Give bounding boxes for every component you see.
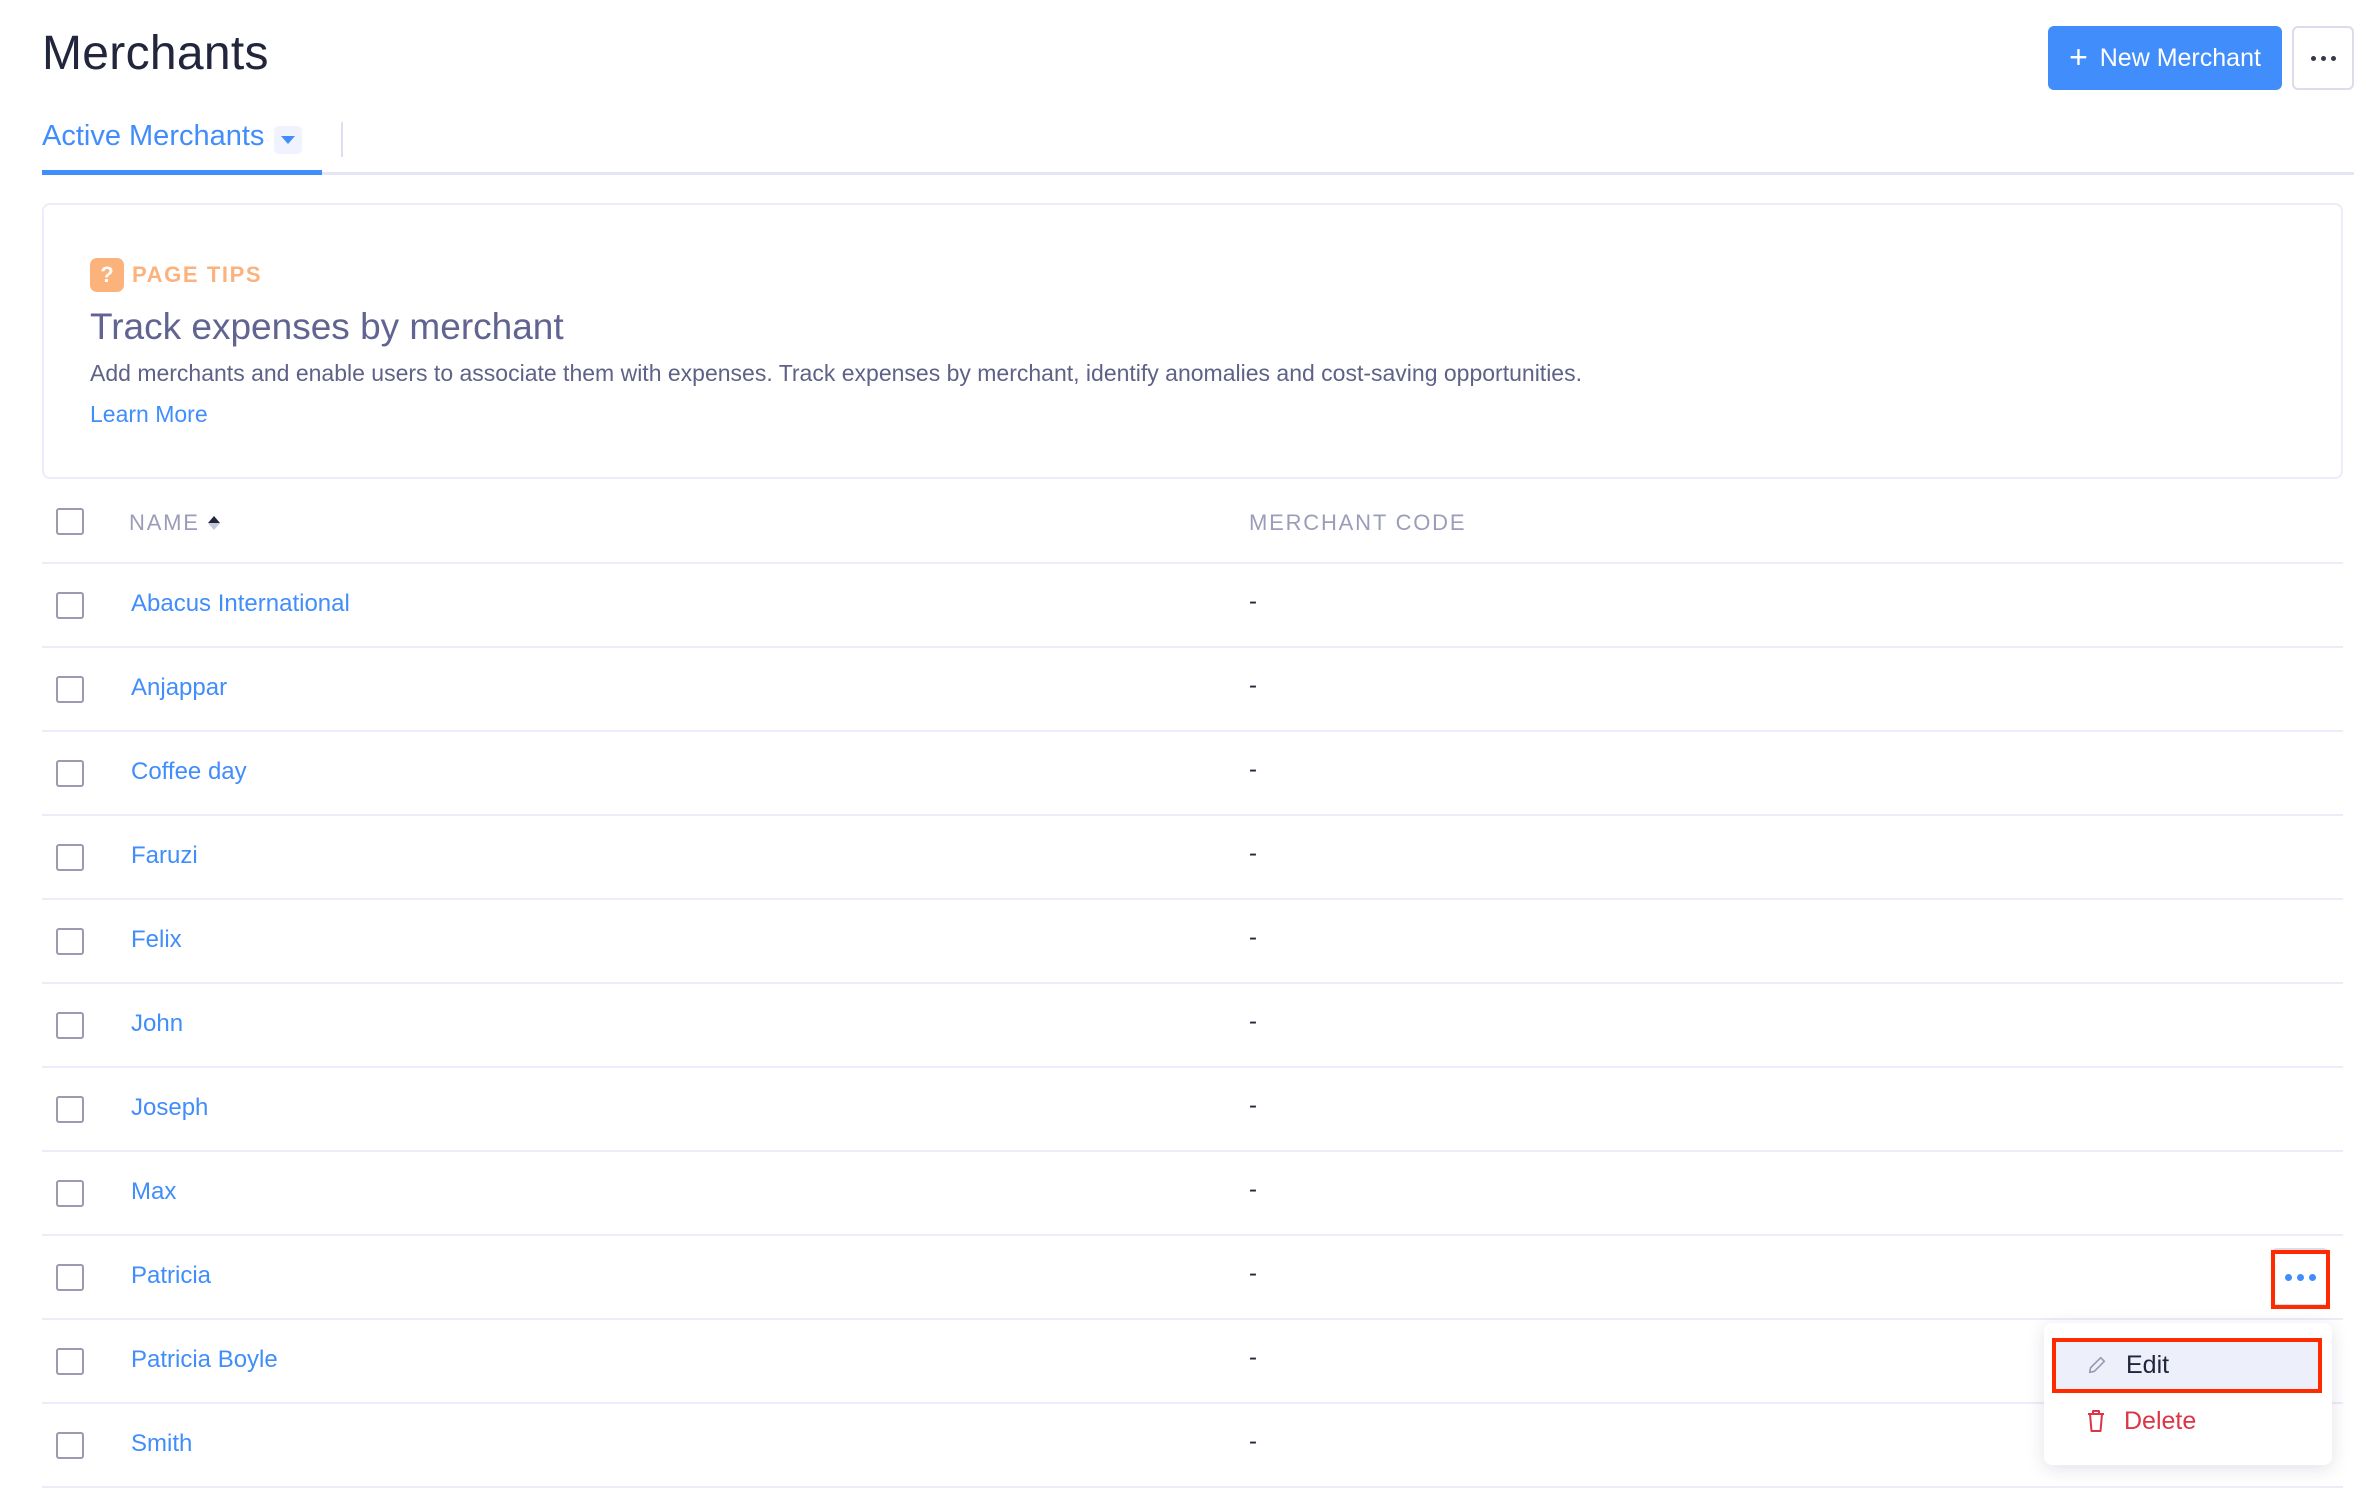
- merchant-name-link[interactable]: Faruzi: [131, 842, 198, 870]
- menu-item-delete[interactable]: Delete: [2056, 1396, 2320, 1446]
- table-row: Coffee day -: [42, 732, 2343, 816]
- column-name-label: NAME: [129, 510, 200, 535]
- select-all-checkbox[interactable]: [56, 508, 84, 535]
- row-actions-menu: Edit Delete: [2044, 1323, 2332, 1465]
- merchant-code: -: [1249, 1092, 1257, 1119]
- row-checkbox[interactable]: [56, 676, 84, 703]
- new-merchant-label: New Merchant: [2099, 43, 2261, 72]
- page-title: Merchants: [42, 27, 269, 80]
- row-checkbox[interactable]: [56, 1012, 84, 1039]
- merchant-name-link[interactable]: Abacus International: [131, 590, 350, 618]
- table-row: Felix -: [42, 900, 2343, 984]
- merchant-code: -: [1249, 840, 1257, 867]
- merchant-name-link[interactable]: John: [131, 1010, 183, 1038]
- column-header-name[interactable]: NAME: [129, 510, 220, 536]
- table-row: John -: [42, 984, 2343, 1068]
- merchant-name-link[interactable]: Smith: [131, 1430, 192, 1458]
- merchant-name-link[interactable]: Joseph: [131, 1094, 208, 1122]
- table-row: Patricia -: [42, 1236, 2343, 1320]
- row-checkbox[interactable]: [56, 928, 84, 955]
- row-actions-button[interactable]: [2271, 1248, 2329, 1306]
- more-horizontal-icon: [2310, 55, 2336, 61]
- column-header-merchant-code: MERCHANT CODE: [1249, 510, 1467, 535]
- merchant-code: -: [1249, 588, 1257, 615]
- menu-item-edit-label: Edit: [2126, 1350, 2170, 1379]
- tab-divider: [341, 122, 343, 157]
- more-horizontal-icon: [2284, 1273, 2316, 1281]
- tab-active-merchants[interactable]: Active Merchants: [42, 116, 322, 175]
- menu-item-edit[interactable]: Edit: [2056, 1340, 2320, 1390]
- merchant-name-link[interactable]: Patricia Boyle: [131, 1346, 278, 1374]
- new-merchant-button[interactable]: + New Merchant: [2048, 26, 2282, 90]
- table-row: Faruzi -: [42, 816, 2343, 900]
- table-header: NAME MERCHANT CODE: [42, 480, 2343, 564]
- row-checkbox[interactable]: [56, 760, 84, 787]
- table-row: Smith -: [42, 1404, 2343, 1488]
- page-tips-label: PAGE TIPS: [132, 262, 263, 287]
- pencil-icon: [2088, 1356, 2106, 1374]
- page-tips-card: ? PAGE TIPS Track expenses by merchant A…: [42, 203, 2343, 479]
- table-row: Joseph -: [42, 1068, 2343, 1152]
- table-row: Max -: [42, 1152, 2343, 1236]
- row-checkbox[interactable]: [56, 1432, 84, 1459]
- learn-more-link[interactable]: Learn More: [90, 401, 208, 428]
- page-tips-title: Track expenses by merchant: [90, 306, 564, 347]
- caret-down-icon[interactable]: [274, 126, 303, 154]
- page-tips-description: Add merchants and enable users to associ…: [90, 360, 1582, 386]
- merchant-code: -: [1249, 1260, 1257, 1287]
- more-options-button[interactable]: [2292, 26, 2354, 90]
- row-checkbox[interactable]: [56, 1096, 84, 1123]
- merchant-code: -: [1249, 1008, 1257, 1035]
- merchant-code: -: [1249, 924, 1257, 951]
- merchant-name-link[interactable]: Patricia: [131, 1262, 211, 1290]
- merchant-name-link[interactable]: Felix: [131, 926, 182, 954]
- row-checkbox[interactable]: [56, 1180, 84, 1207]
- merchant-name-link[interactable]: Max: [131, 1178, 176, 1206]
- merchant-code: -: [1249, 1344, 1257, 1371]
- merchant-code: -: [1249, 1428, 1257, 1455]
- sort-ascending-icon: [207, 516, 220, 530]
- trash-icon: [2088, 1410, 2104, 1432]
- row-checkbox[interactable]: [56, 1348, 84, 1375]
- merchant-code: -: [1249, 756, 1257, 783]
- table-row: Abacus International -: [42, 564, 2343, 648]
- tab-label: Active Merchants: [42, 120, 265, 152]
- merchant-code: -: [1249, 1176, 1257, 1203]
- question-icon: ?: [90, 258, 124, 292]
- page-tips-header: ? PAGE TIPS: [90, 258, 262, 292]
- table-row: Anjappar -: [42, 648, 2343, 732]
- merchant-name-link[interactable]: Anjappar: [131, 674, 227, 702]
- merchant-name-link[interactable]: Coffee day: [131, 758, 247, 786]
- menu-item-delete-label: Delete: [2124, 1406, 2197, 1435]
- view-tabs: Active Merchants: [42, 116, 2354, 175]
- row-checkbox[interactable]: [56, 844, 84, 871]
- row-checkbox[interactable]: [56, 592, 84, 619]
- plus-icon: +: [2069, 38, 2088, 75]
- merchants-table: NAME MERCHANT CODE Abacus International -…: [42, 480, 2343, 1488]
- merchant-code: -: [1249, 672, 1257, 699]
- row-checkbox[interactable]: [56, 1264, 84, 1291]
- table-row: Patricia Boyle -: [42, 1320, 2343, 1404]
